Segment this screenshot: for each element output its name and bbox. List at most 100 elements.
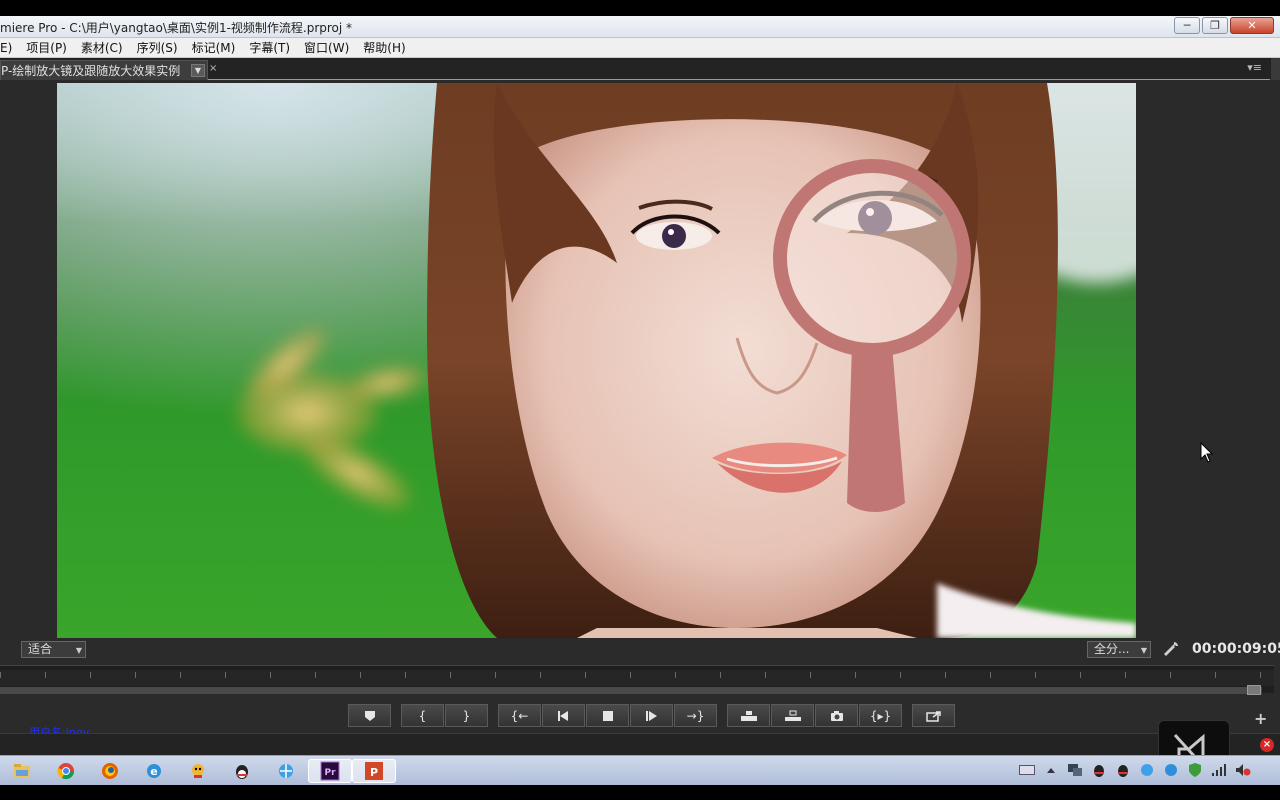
button-editor-button[interactable]	[912, 704, 955, 727]
zoom-fit-select[interactable]: 适合 ▼	[21, 641, 86, 658]
ruler-tick	[270, 672, 271, 678]
panel-menu-icon[interactable]: ▾≡	[1247, 61, 1262, 74]
zoom-handle[interactable]	[1247, 685, 1261, 695]
minimize-button[interactable]: ─	[1174, 17, 1200, 34]
extract-button[interactable]	[771, 704, 814, 727]
menu-marker[interactable]: 标记(M)	[185, 39, 243, 56]
ruler-tick	[315, 672, 316, 678]
zoom-fit-value: 适合	[28, 642, 53, 656]
minimize-icon: ─	[1183, 19, 1191, 32]
step-forward-button[interactable]	[630, 704, 673, 727]
explorer-icon	[14, 764, 30, 778]
export-frame-button[interactable]	[815, 704, 858, 727]
browser-icon	[279, 764, 293, 778]
tab-sequence-label: P-绘制放大镜及跟随放大效果实例	[1, 64, 181, 78]
add-button[interactable]: +	[1254, 709, 1267, 728]
taskbar-qq-penguin[interactable]	[220, 759, 264, 783]
menu-clip[interactable]: 素材(C)	[74, 39, 130, 56]
svg-text:Pr: Pr	[324, 768, 336, 778]
taskbar-explorer[interactable]	[0, 759, 44, 783]
go-to-in-button[interactable]: {←	[498, 704, 541, 727]
taskbar-ie[interactable]: e	[132, 759, 176, 783]
current-timecode[interactable]: 00:00:09:05	[1192, 641, 1280, 657]
ruler-tick	[180, 672, 181, 678]
mark-in-icon: {	[418, 708, 427, 723]
taskbar-powerpoint[interactable]: P	[352, 759, 396, 783]
window-title: miere Pro - C:\用户\yangtao\桌面\实例1-视频制作流程.…	[0, 21, 353, 35]
menu-project[interactable]: 项目(P)	[19, 39, 74, 56]
menu-window[interactable]: 窗口(W)	[297, 39, 356, 56]
maximize-button[interactable]: ❐	[1202, 17, 1228, 34]
ruler-tick	[45, 672, 46, 678]
ruler-tick	[1215, 672, 1216, 678]
browser-tray-icon[interactable]	[1138, 761, 1156, 779]
status-bar: ×	[0, 733, 1280, 755]
panel-scrollbar[interactable]	[1270, 58, 1280, 80]
step-back-button[interactable]	[542, 704, 585, 727]
playback-resolution-value: 全分...	[1094, 642, 1130, 656]
ruler-tick	[1035, 672, 1036, 678]
network-computer-icon[interactable]	[1066, 761, 1084, 779]
stop-button[interactable]	[586, 704, 629, 727]
ruler-tick	[495, 672, 496, 678]
volume-muted-icon[interactable]	[1234, 761, 1252, 779]
ruler-tick	[90, 672, 91, 678]
signal-icon[interactable]	[1210, 761, 1228, 779]
ruler-tick	[225, 672, 226, 678]
taskbar-premiere[interactable]: Pr	[308, 759, 352, 783]
windows-taskbar: e Pr P	[0, 755, 1280, 785]
menu-sequence[interactable]: 序列(S)	[130, 39, 185, 56]
close-icon: ✕	[1247, 19, 1257, 32]
taskbar-qq[interactable]	[176, 759, 220, 783]
error-icon[interactable]: ×	[1260, 738, 1274, 752]
menu-help[interactable]: 帮助(H)	[356, 39, 412, 56]
ruler-tick	[360, 672, 361, 678]
trim-button[interactable]: {▸}	[859, 704, 902, 727]
go-to-out-icon: →}	[686, 708, 705, 723]
monitor-controls-bar: 适合 ▼ 全分... ▼ 00:00:09:05	[0, 640, 1280, 662]
browser-tray-icon-2[interactable]	[1162, 761, 1180, 779]
ruler-tick	[990, 672, 991, 678]
transport-controls: { } {← →} {▸}	[348, 704, 965, 727]
mark-out-button[interactable]: }	[445, 704, 488, 727]
qq-tray-icon[interactable]	[1090, 761, 1108, 779]
add-marker-button[interactable]	[348, 704, 391, 727]
qq-tray-icon-2[interactable]	[1114, 761, 1132, 779]
video-frame	[57, 83, 1136, 638]
tab-dropdown-icon[interactable]: ▼	[191, 64, 205, 77]
ruler-tick	[810, 672, 811, 678]
wrench-icon[interactable]	[1163, 641, 1179, 657]
taskbar-browser[interactable]	[264, 759, 308, 783]
zoom-scrollbar[interactable]	[0, 687, 1262, 694]
chevron-down-icon: ▼	[75, 646, 82, 655]
ruler-tick	[855, 672, 856, 678]
menu-title[interactable]: 字幕(T)	[242, 39, 297, 56]
ruler-tick	[765, 672, 766, 678]
taskbar-chrome[interactable]	[44, 759, 88, 783]
ruler-tick	[945, 672, 946, 678]
lift-icon	[740, 710, 757, 721]
camera-icon	[830, 710, 843, 721]
stop-icon	[602, 710, 613, 721]
menu-edit[interactable]: E)	[0, 41, 19, 55]
tray-expand-icon[interactable]	[1042, 761, 1060, 779]
trim-icon: {▸}	[869, 708, 892, 723]
close-button[interactable]: ✕	[1230, 17, 1274, 34]
lift-button[interactable]	[727, 704, 770, 727]
video-viewer[interactable]	[0, 81, 1280, 639]
security-shield-icon[interactable]	[1186, 761, 1204, 779]
keyboard-icon[interactable]	[1018, 761, 1036, 779]
mark-in-button[interactable]: {	[401, 704, 444, 727]
taskbar-firefox[interactable]	[88, 759, 132, 783]
top-letterbox	[0, 0, 1280, 16]
tab-close-icon[interactable]: ×	[209, 63, 217, 74]
time-ruler[interactable]	[0, 665, 1274, 695]
system-tray	[1018, 761, 1252, 779]
step-back-icon	[557, 710, 568, 721]
ruler-tick	[1260, 672, 1261, 678]
go-to-out-button[interactable]: →}	[674, 704, 717, 727]
ruler-tick	[450, 672, 451, 678]
mark-out-icon: }	[462, 708, 471, 723]
tab-sequence[interactable]: P-绘制放大镜及跟随放大效果实例 ▼	[0, 60, 208, 80]
playback-resolution-select[interactable]: 全分... ▼	[1087, 641, 1151, 658]
